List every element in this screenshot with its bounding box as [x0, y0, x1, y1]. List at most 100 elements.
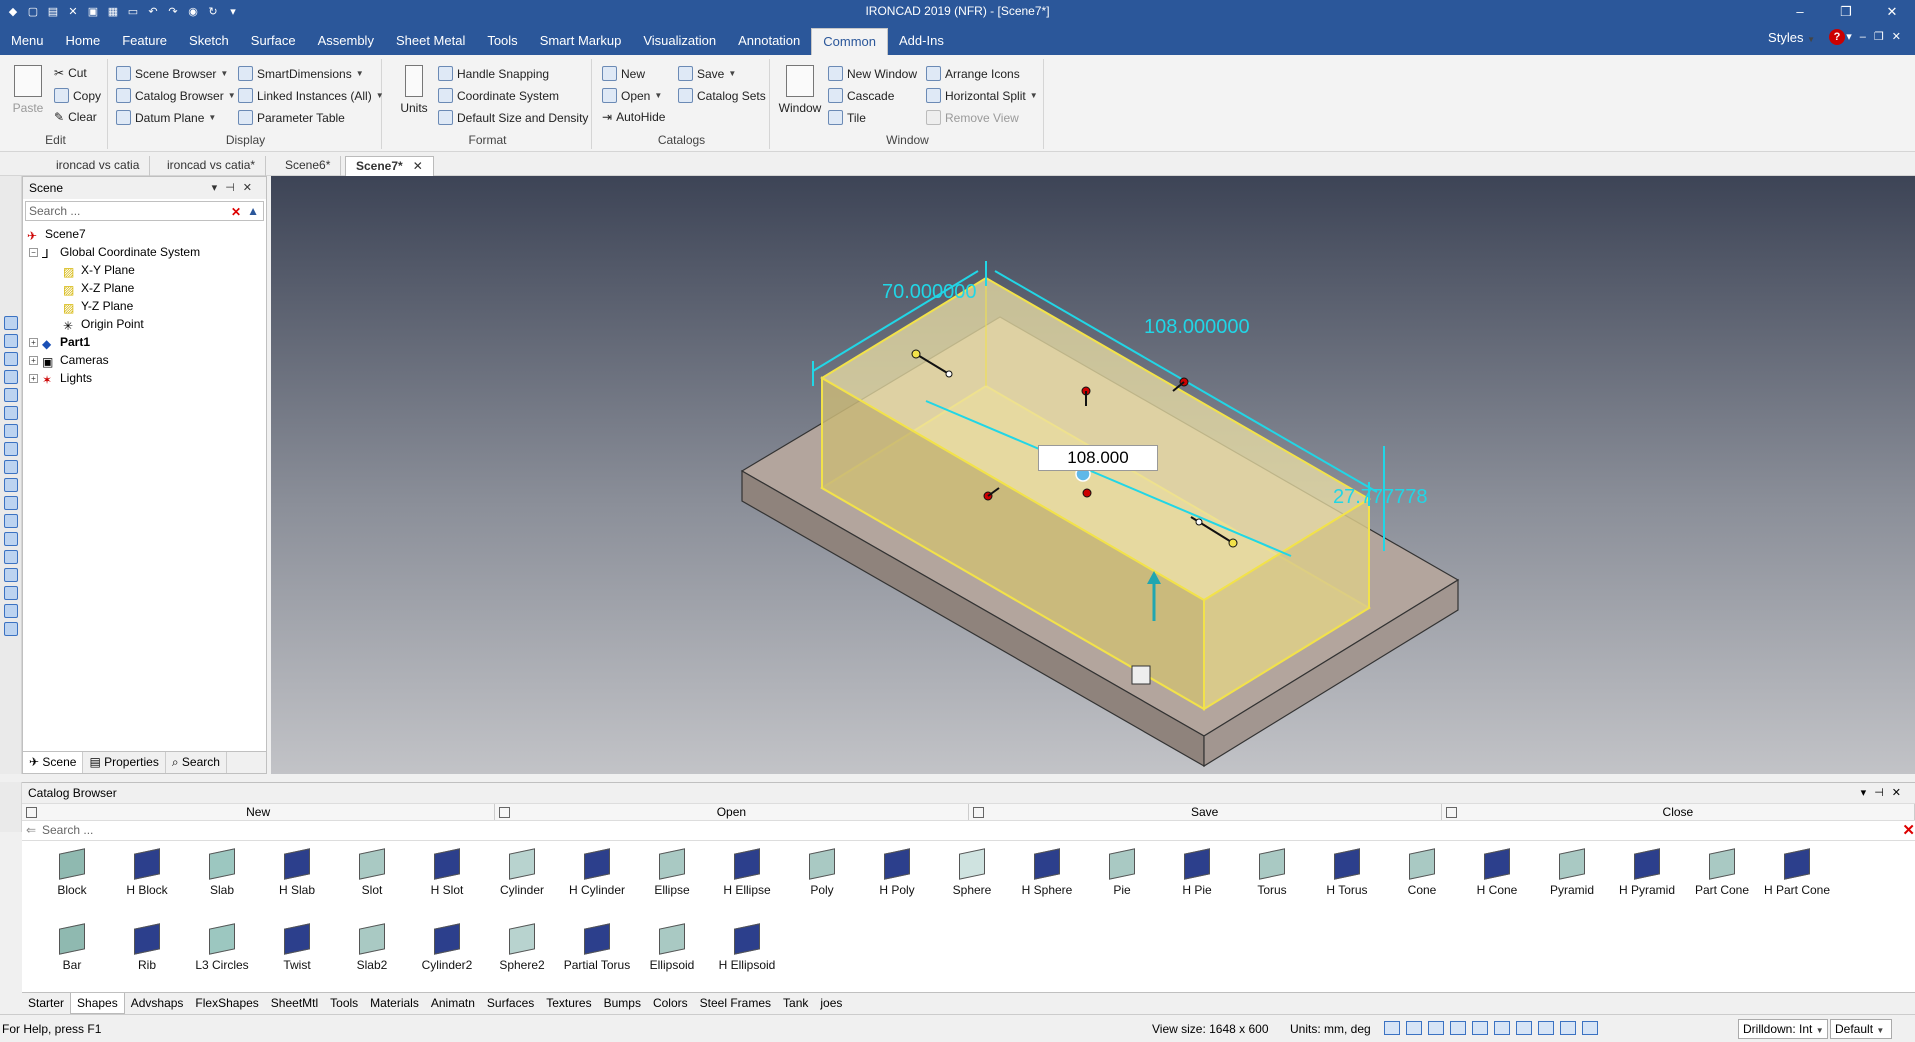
- shape-item[interactable]: L3 Circles: [184, 923, 260, 972]
- catalog-tab[interactable]: Steel Frames: [694, 993, 777, 1014]
- anchor-handle-icon[interactable]: [1131, 665, 1151, 685]
- shape-item[interactable]: Partial Torus: [559, 923, 635, 972]
- shape-item[interactable]: H Slab: [259, 848, 335, 897]
- shape-item[interactable]: Slab: [184, 848, 260, 897]
- render-icon[interactable]: [1472, 1021, 1488, 1035]
- remove-view-button[interactable]: Remove View: [926, 110, 1019, 125]
- shape-item[interactable]: H Ellipsoid: [709, 923, 785, 972]
- shape-item[interactable]: Part Cone: [1684, 848, 1760, 897]
- parameter-table-button[interactable]: Parameter Table: [238, 110, 345, 125]
- catalog-save-tab-button[interactable]: Save: [969, 804, 1442, 820]
- clear-search-icon[interactable]: ✕: [231, 203, 241, 221]
- shape-item[interactable]: Bar: [34, 923, 110, 972]
- shape-item[interactable]: H Pyramid: [1609, 848, 1685, 897]
- shape-item[interactable]: H Block: [109, 848, 185, 897]
- shape-item[interactable]: H Poly: [859, 848, 935, 897]
- tree-node-yz-plane[interactable]: ▨ Y-Z Plane: [63, 297, 133, 315]
- tab-home[interactable]: Home: [55, 28, 112, 55]
- dimension-edit-box[interactable]: 108.000: [1038, 445, 1158, 471]
- tab-sheet-metal[interactable]: Sheet Metal: [385, 28, 476, 55]
- shape-item[interactable]: Poly: [784, 848, 860, 897]
- shape-item[interactable]: H Part Cone: [1759, 848, 1835, 897]
- paste-button[interactable]: Paste: [8, 65, 48, 115]
- units-button[interactable]: Units: [398, 65, 430, 115]
- tab-add-ins[interactable]: Add-Ins: [888, 28, 955, 55]
- tree-node-xy-plane[interactable]: ▨ X-Y Plane: [63, 261, 135, 279]
- panel-splitter[interactable]: [0, 774, 1915, 782]
- pointer-icon[interactable]: [1582, 1021, 1598, 1035]
- view-icon[interactable]: [1428, 1021, 1444, 1035]
- shape-item[interactable]: H Pie: [1159, 848, 1235, 897]
- catalog-new-tab-button[interactable]: New: [22, 804, 496, 820]
- tile-button[interactable]: Tile: [828, 110, 866, 125]
- tab-assembly[interactable]: Assembly: [307, 28, 385, 55]
- catalog-tab[interactable]: Textures: [540, 993, 597, 1014]
- 3d-viewport[interactable]: 108.000 70.000000 108.000000 27.777778: [271, 176, 1915, 774]
- shape-item[interactable]: Slot: [334, 848, 410, 897]
- scene-canvas[interactable]: [271, 176, 1915, 774]
- expand-icon[interactable]: +: [29, 337, 38, 347]
- tool-icon[interactable]: [3, 532, 18, 546]
- catalog-tab[interactable]: FlexShapes: [189, 993, 264, 1014]
- datum-plane-button[interactable]: Datum Plane ▼: [116, 110, 216, 125]
- orient-icon[interactable]: [1450, 1021, 1466, 1035]
- tool-icon[interactable]: [3, 406, 18, 420]
- dimension-length-label[interactable]: 108.000000: [1144, 316, 1250, 339]
- shape-item[interactable]: H Torus: [1309, 848, 1385, 897]
- shape-item[interactable]: H Cone: [1459, 848, 1535, 897]
- shape-item[interactable]: H Cylinder: [559, 848, 635, 897]
- shape-item[interactable]: Slab2: [334, 923, 410, 972]
- drilldown-select[interactable]: Drilldown: Int ▼: [1738, 1019, 1828, 1039]
- tool-icon[interactable]: [3, 316, 18, 330]
- tool-icon[interactable]: [3, 388, 18, 402]
- clear-button[interactable]: ✎ Clear: [54, 110, 97, 124]
- tab-common[interactable]: Common: [811, 28, 889, 55]
- expand-icon[interactable]: +: [29, 355, 38, 365]
- tree-node-part[interactable]: + ◆ Part1: [29, 333, 90, 351]
- tool-icon[interactable]: [3, 622, 18, 636]
- clear-search-icon[interactable]: ✕: [1902, 821, 1915, 840]
- tool-icon[interactable]: [3, 478, 18, 492]
- shape-item[interactable]: Twist: [259, 923, 335, 972]
- catalog-tab[interactable]: Shapes: [70, 993, 125, 1014]
- catalog-open-tab-button[interactable]: Open: [495, 804, 969, 820]
- catalog-search-input[interactable]: ⇐ Search ... ✕: [22, 821, 1915, 841]
- catalog-new-button[interactable]: New: [602, 66, 645, 81]
- tree-node-scene[interactable]: ✈ Scene7: [27, 225, 86, 243]
- tool-icon[interactable]: [3, 514, 18, 528]
- doc-tab[interactable]: ironcad vs catia: [46, 156, 151, 176]
- handle-snapping-button[interactable]: Handle Snapping: [438, 66, 549, 81]
- shape-item[interactable]: Pyramid: [1534, 848, 1610, 897]
- mdi-controls[interactable]: ▾–❐✕: [1846, 30, 1909, 43]
- minimize-icon[interactable]: –: [1777, 0, 1823, 24]
- tab-scene[interactable]: ✈ Scene: [23, 752, 84, 773]
- cut-button[interactable]: ✂ Cut: [54, 66, 87, 80]
- doc-tab-active[interactable]: Scene7* ✕: [345, 156, 434, 176]
- style-select[interactable]: Default ▼: [1830, 1019, 1892, 1039]
- tool-icon[interactable]: [3, 370, 18, 384]
- shape-item[interactable]: Block: [34, 848, 110, 897]
- collapse-icon[interactable]: −: [29, 247, 38, 257]
- catalog-tab[interactable]: Colors: [647, 993, 694, 1014]
- catalog-tab[interactable]: joes: [814, 993, 848, 1014]
- tool-icon[interactable]: [3, 460, 18, 474]
- zoom-fit-icon[interactable]: [1406, 1021, 1422, 1035]
- catalog-tab[interactable]: Starter: [22, 993, 70, 1014]
- doc-tab[interactable]: ironcad vs catia*: [157, 156, 267, 176]
- restore-icon[interactable]: ❐: [1823, 0, 1869, 24]
- tree-node-xz-plane[interactable]: ▨ X-Z Plane: [63, 279, 134, 297]
- catalog-tab[interactable]: SheetMtl: [265, 993, 324, 1014]
- handle-point[interactable]: [1082, 488, 1092, 498]
- tree-node-origin[interactable]: ✳ Origin Point: [63, 315, 144, 333]
- shape-item[interactable]: H Sphere: [1009, 848, 1085, 897]
- coordinate-system-button[interactable]: Coordinate System: [438, 88, 559, 103]
- tool-icon[interactable]: [3, 424, 18, 438]
- shape-item[interactable]: Cone: [1384, 848, 1460, 897]
- catalog-save-button[interactable]: Save ▼: [678, 66, 736, 81]
- tree-node-gcs[interactable]: − ⅃ Global Coordinate System: [29, 243, 200, 261]
- tab-menu[interactable]: Menu: [0, 28, 55, 55]
- tree-node-lights[interactable]: + ✶ Lights: [29, 369, 92, 387]
- handle-point[interactable]: [945, 370, 953, 378]
- tab-smart-markup[interactable]: Smart Markup: [529, 28, 633, 55]
- panel-controls[interactable]: ▾⊣✕: [1861, 783, 1909, 803]
